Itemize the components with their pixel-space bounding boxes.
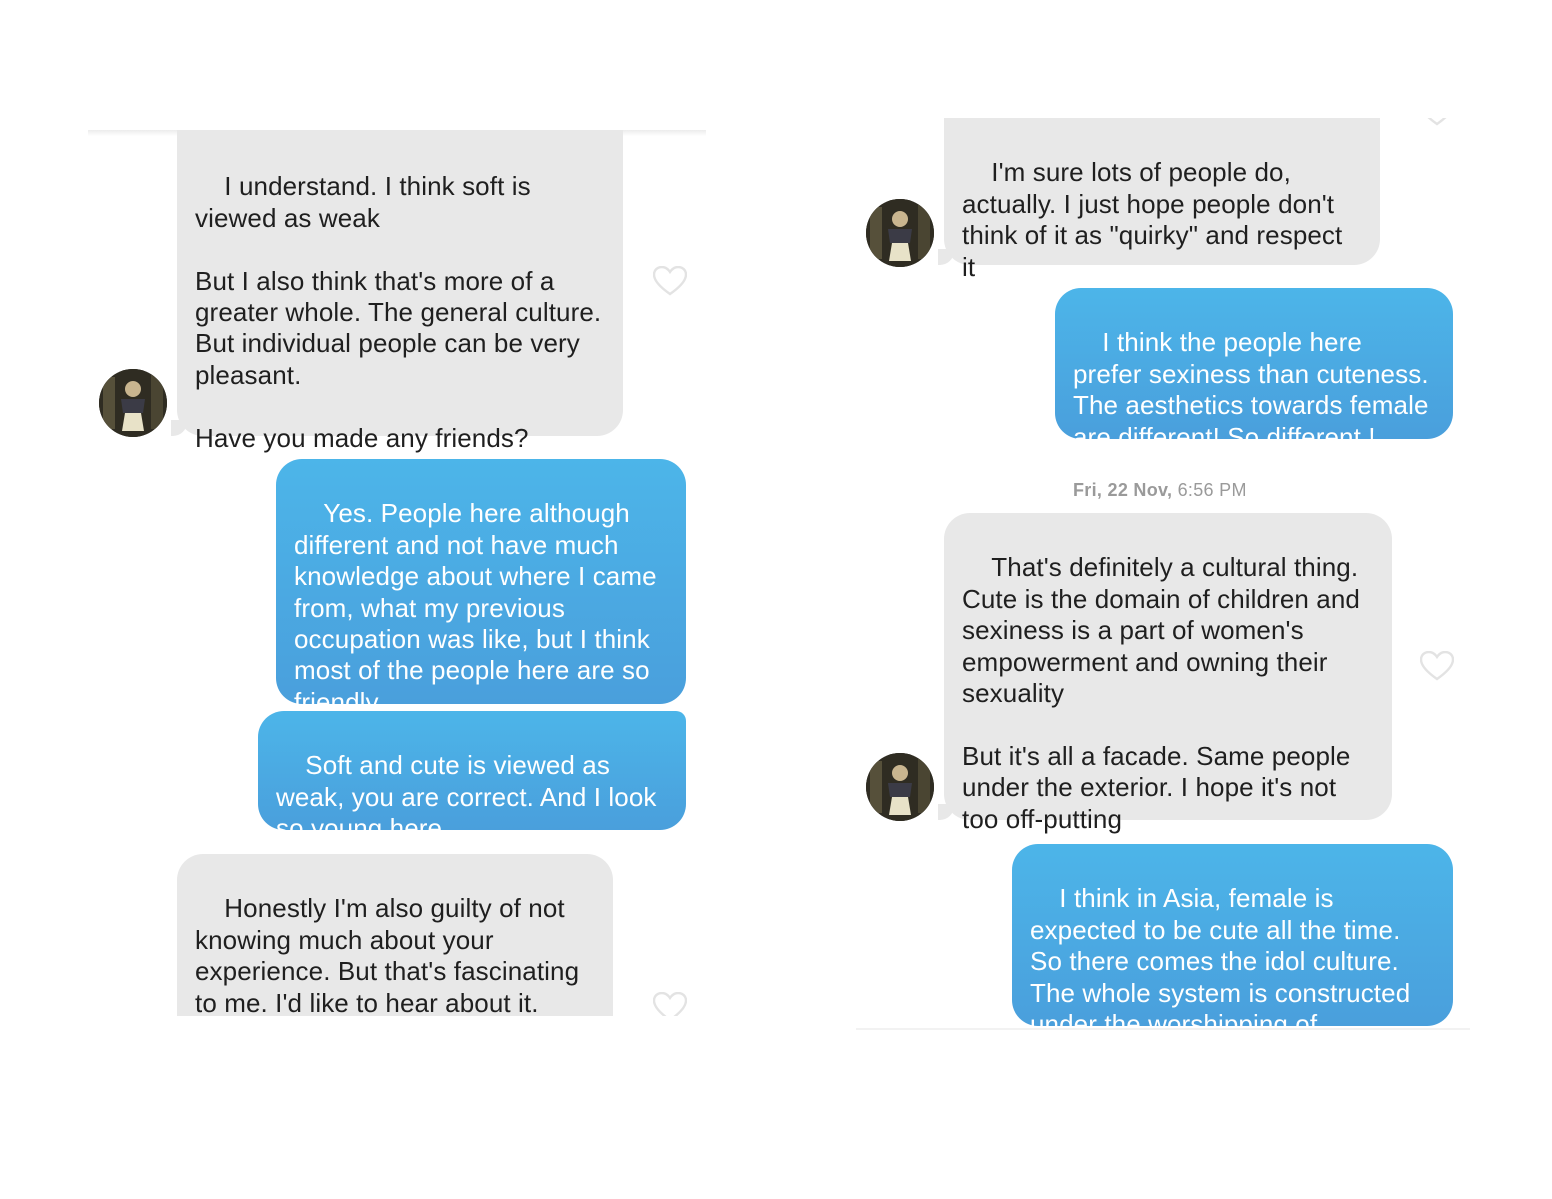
date-stamp: Fri, 22 Nov, 6:56 PM bbox=[1073, 480, 1247, 501]
heart-outline-icon[interactable] bbox=[1420, 118, 1454, 126]
message-bubble-outgoing[interactable]: Soft and cute is viewed as weak, you are… bbox=[258, 711, 686, 843]
message-text: Honestly I'm also guilty of not knowing … bbox=[195, 893, 587, 1016]
message-text: I'm sure lots of people do, actually. I … bbox=[962, 157, 1350, 282]
heart-outline-icon[interactable] bbox=[653, 992, 687, 1016]
date-time: 6:56 PM bbox=[1177, 480, 1247, 500]
message-text: Soft and cute is viewed as weak, you are… bbox=[276, 750, 664, 844]
chat-panel-right[interactable]: I'm sure lots of people do, actually. I … bbox=[856, 118, 1470, 1030]
message-bubble-incoming[interactable]: Honestly I'm also guilty of not knowing … bbox=[177, 854, 613, 1016]
message-text: I think the people here prefer sexiness … bbox=[1073, 327, 1436, 452]
message-text: Yes. People here although different and … bbox=[294, 498, 665, 717]
message-text: I understand. I think soft is viewed as … bbox=[195, 171, 602, 453]
date-day: Fri, 22 Nov, bbox=[1073, 480, 1173, 500]
heart-outline-icon[interactable] bbox=[653, 266, 687, 296]
avatar[interactable] bbox=[866, 753, 934, 821]
profile-photo bbox=[99, 369, 167, 437]
message-text: That's definitely a cultural thing. Cute… bbox=[962, 552, 1360, 834]
message-text: I think in Asia, female is expected to b… bbox=[1030, 883, 1411, 1030]
message-bubble-outgoing[interactable]: I think in Asia, female is expected to b… bbox=[1012, 844, 1453, 1030]
message-bubble-incoming[interactable]: That's definitely a cultural thing. Cute… bbox=[938, 513, 1392, 834]
message-bubble-incoming[interactable]: I'm sure lots of people do, actually. I … bbox=[938, 118, 1380, 282]
profile-photo bbox=[866, 753, 934, 821]
avatar[interactable] bbox=[99, 369, 167, 437]
chat-bottom-divider bbox=[856, 1028, 1470, 1030]
heart-outline-icon[interactable] bbox=[1420, 651, 1454, 681]
profile-photo bbox=[866, 199, 934, 267]
chat-panel-left[interactable]: I understand. I think soft is viewed as … bbox=[88, 130, 706, 1016]
message-bubble-outgoing[interactable]: Yes. People here although different and … bbox=[276, 459, 686, 717]
message-bubble-outgoing[interactable]: I think the people here prefer sexiness … bbox=[1055, 288, 1453, 452]
avatar[interactable] bbox=[866, 199, 934, 267]
message-bubble-incoming[interactable]: I understand. I think soft is viewed as … bbox=[171, 130, 623, 453]
